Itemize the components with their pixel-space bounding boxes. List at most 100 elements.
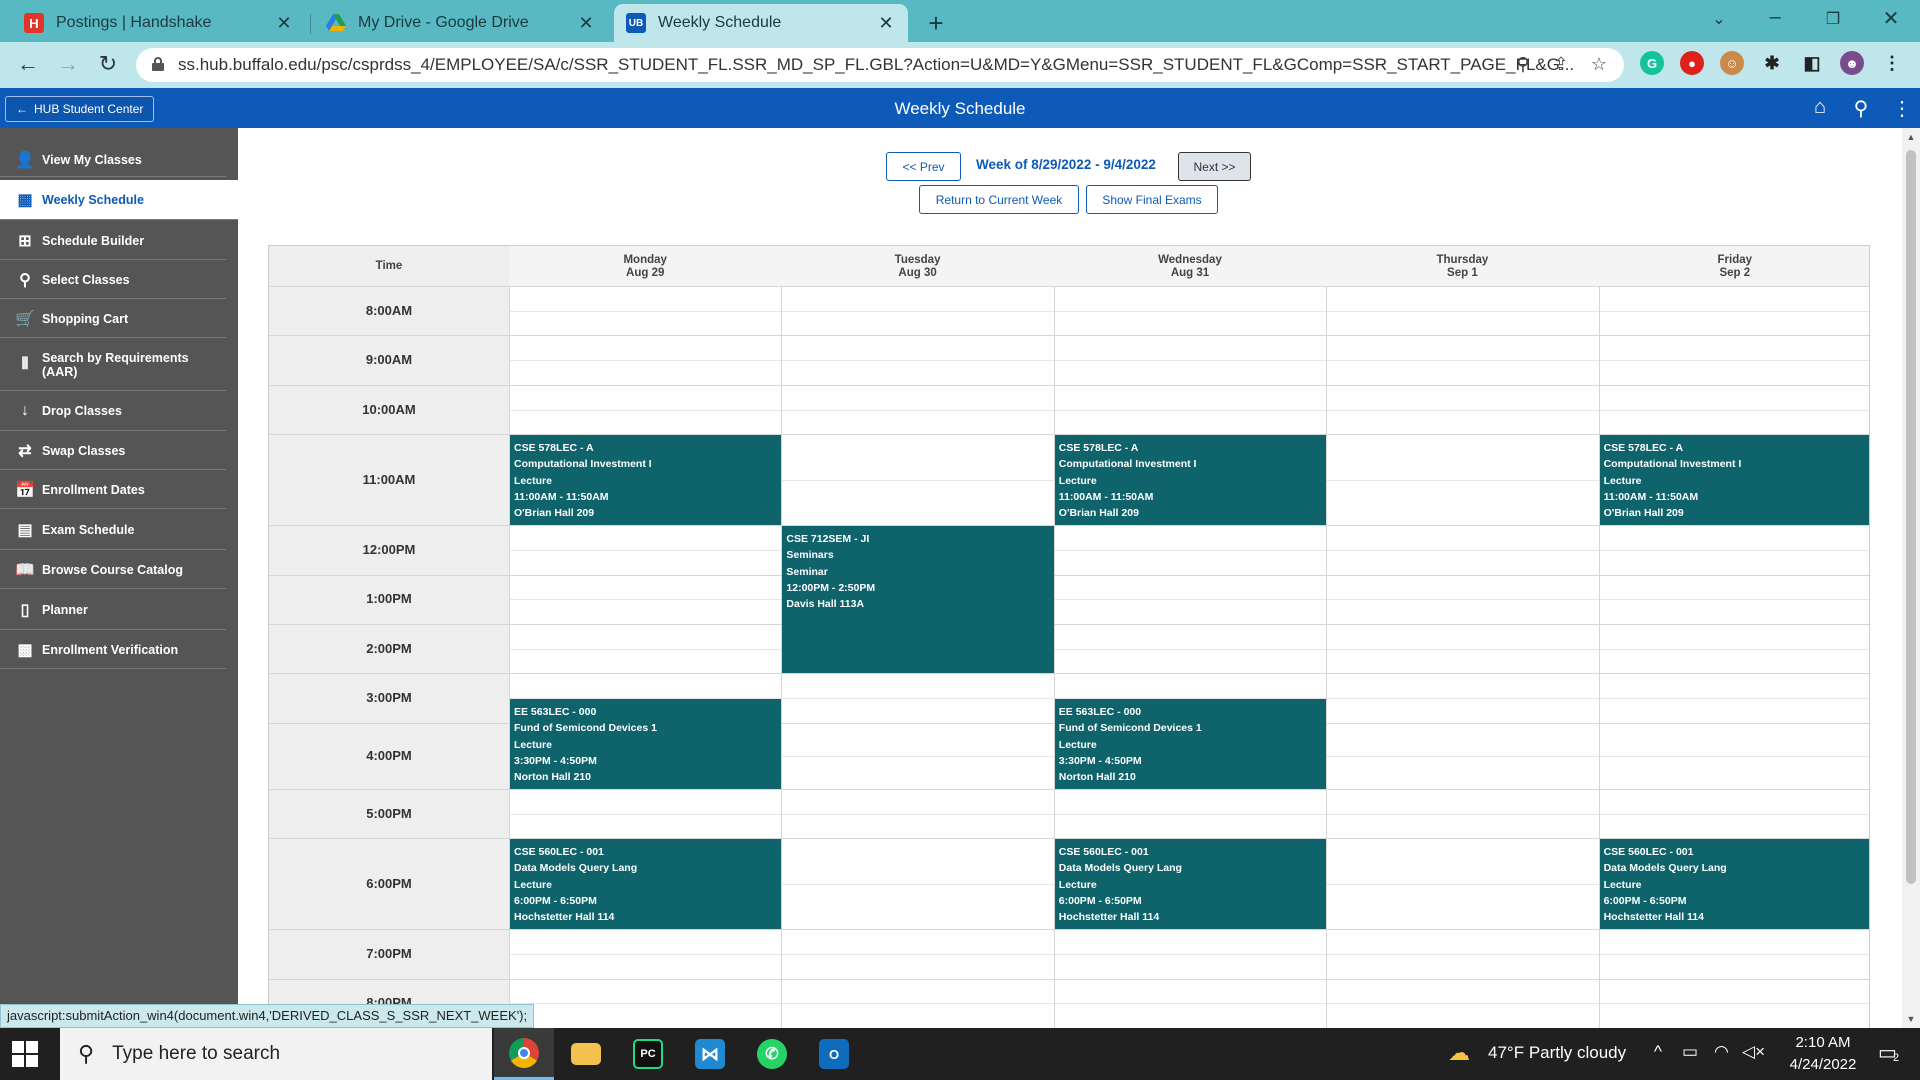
class-event-block[interactable]: CSE 712SEM - JI Seminars Seminar 12:00PM - … (782, 526, 1054, 674)
half-hour-gridline (509, 813, 1869, 815)
time-label: 7:00PM (366, 945, 412, 961)
close-tab-icon[interactable]: ✕ (274, 13, 294, 34)
next-week-button[interactable]: Next >> (1178, 152, 1251, 181)
sidebar-item-enrollment-dates[interactable]: 📅 Enrollment Dates (0, 471, 226, 509)
battery-icon[interactable]: ▭ (1682, 1042, 1698, 1062)
prev-week-button[interactable]: << Prev (886, 152, 961, 181)
cart-icon: 🛒 (15, 310, 35, 328)
class-event-block[interactable]: CSE 578LEC - A Computational Investment I… (510, 435, 782, 526)
weather-icon[interactable]: ☁ (1448, 1040, 1470, 1066)
scroll-thumb[interactable] (1906, 150, 1916, 884)
class-event-block[interactable]: CSE 578LEC - A Computational Investment I… (1599, 435, 1869, 526)
book-icon: 📖 (15, 561, 35, 579)
reload-icon[interactable]: ↻ (94, 51, 122, 77)
pycharm-taskbar-icon[interactable]: PC (618, 1028, 678, 1080)
side-panel-icon[interactable]: ◧ (1800, 51, 1824, 75)
event-course: CSE 578LEC - A (1603, 442, 1684, 455)
minimize-button[interactable]: – (1760, 6, 1790, 29)
home-icon[interactable]: ⌂ (1808, 96, 1832, 119)
class-event-block[interactable]: CSE 560LEC - 001 Data Models Query Lang Le… (1054, 839, 1327, 930)
weather-text[interactable]: 47°F Partly cloudy (1488, 1043, 1626, 1063)
chrome-menu-icon[interactable]: ⋮ (1880, 51, 1904, 75)
notification-count: 2 (1893, 1052, 1900, 1064)
class-event-block[interactable]: CSE 560LEC - 001 Data Models Query Lang Le… (1599, 839, 1869, 930)
event-title: Fund of Semicond Devices 1 (514, 722, 657, 735)
close-tab-icon[interactable]: ✕ (576, 13, 596, 34)
share-icon[interactable]: ⇪ (1548, 54, 1574, 75)
show-hidden-icons[interactable]: ^ (1654, 1042, 1662, 1062)
sidebar-item-exam-schedule[interactable]: ▤ Exam Schedule (0, 510, 226, 550)
new-tab-button[interactable]: + (922, 8, 950, 39)
event-type: Seminar (786, 565, 828, 578)
outlook-taskbar-icon[interactable]: O (804, 1028, 864, 1080)
class-event-block[interactable]: CSE 578LEC - A Computational Investment I… (1054, 435, 1327, 526)
taskbar-search-box[interactable]: ⚲ Type here to search (60, 1028, 492, 1080)
requirements-icon: ⫴ (21, 355, 29, 373)
wifi-icon[interactable]: ◠ (1714, 1042, 1729, 1062)
bookmark-star-icon[interactable]: ☆ (1586, 54, 1612, 75)
event-course: CSE 712SEM - JI (786, 533, 870, 546)
search-icon[interactable]: ⚲ (1849, 96, 1873, 121)
sidebar-item-label: Search by Requirements (AAR) (42, 350, 189, 379)
half-hour-gridline (509, 953, 1869, 955)
close-window-button[interactable]: ✕ (1876, 6, 1906, 31)
browser-tab-google-drive[interactable]: My Drive - Google Drive ✕ (314, 4, 608, 42)
verification-icon: ▩ (17, 641, 33, 659)
sidebar-item-shopping-cart[interactable]: 🛒 Shopping Cart (0, 300, 226, 338)
sidebar-item-browse-course-catalog[interactable]: 📖 Browse Course Catalog (0, 551, 226, 589)
page-title: Weekly Schedule (894, 99, 1026, 118)
clock-date[interactable]: 4/24/2022 (1778, 1056, 1868, 1073)
day-date: Sep 2 (1719, 267, 1751, 279)
ub-icon: UB (626, 13, 646, 33)
forward-arrow-icon[interactable]: → (54, 51, 82, 77)
profile-avatar[interactable]: ☻ (1840, 51, 1864, 75)
show-final-exams-button[interactable]: Show Final Exams (1086, 185, 1218, 214)
vscode-taskbar-icon[interactable]: ⋈ (680, 1028, 740, 1080)
time-label: 5:00PM (366, 805, 412, 821)
tab-search-icon[interactable]: ⌄ (1704, 9, 1734, 29)
adblock-icon[interactable]: ● (1680, 51, 1704, 75)
file-explorer-taskbar-icon[interactable] (556, 1028, 616, 1080)
sidebar-item-weekly-schedule[interactable]: ▦ Weekly Schedule (0, 180, 238, 220)
zoom-icon[interactable]: ⚲ (1510, 54, 1536, 75)
sidebar-item-select-classes[interactable]: ⚲ Select Classes (0, 261, 226, 299)
event-time: 12:00PM - 2:50PM (786, 582, 876, 595)
volume-muted-icon[interactable]: ◁× (1742, 1042, 1765, 1062)
sidebar-item-view-my-classes[interactable]: 👤 View My Classes (0, 143, 226, 177)
actions-menu-icon[interactable]: ⋮ (1890, 96, 1914, 121)
sidebar-item-label: Schedule Builder (42, 233, 145, 248)
class-event-block[interactable]: EE 563LEC - 000 Fund of Semicond Devices … (1054, 699, 1327, 789)
return-to-current-week-button[interactable]: Return to Current Week (919, 185, 1079, 214)
whatsapp-taskbar-icon[interactable]: ✆ (742, 1028, 802, 1080)
clock-time[interactable]: 2:10 AM (1790, 1034, 1856, 1051)
grammarly-icon[interactable]: G (1640, 51, 1664, 75)
sidebar-item-swap-classes[interactable]: ⇄ Swap Classes (0, 432, 226, 470)
address-bar[interactable]: ss.hub.buffalo.edu/psc/csprdss_4/EMPLOYE… (136, 48, 1624, 82)
windows-start-icon[interactable] (12, 1041, 38, 1067)
extension-face-icon[interactable]: ☺ (1720, 51, 1744, 75)
page-scrollbar[interactable]: ▲ ▼ (1902, 128, 1920, 1028)
sidebar-item-enrollment-verification[interactable]: ▩ Enrollment Verification (0, 631, 226, 669)
scroll-up-icon[interactable]: ▲ (1902, 132, 1920, 142)
browser-tab-weekly-schedule[interactable]: UB Weekly Schedule ✕ (614, 4, 908, 42)
sidebar-item-drop-classes[interactable]: ↓ Drop Classes (0, 392, 226, 431)
close-tab-icon[interactable]: ✕ (876, 13, 896, 34)
sidebar-item-planner[interactable]: ▯ Planner (0, 590, 226, 630)
class-event-block[interactable]: EE 563LEC - 000 Fund of Semicond Devices … (510, 699, 782, 789)
time-label: 3:00PM (366, 690, 412, 706)
puzzle-extensions-icon[interactable]: ✱ (1760, 51, 1784, 75)
chrome-taskbar-icon[interactable] (494, 1028, 554, 1080)
class-event-block[interactable]: CSE 560LEC - 001 Data Models Query Lang Le… (510, 839, 782, 930)
browser-tab-handshake[interactable]: H Postings | Handshake ✕ (12, 4, 306, 42)
url-text[interactable]: ss.hub.buffalo.edu/psc/csprdss_4/EMPLOYE… (178, 55, 1638, 75)
event-location: Davis Hall 113A (786, 598, 865, 611)
weekly-schedule-grid: Time Monday Aug 29 Tuesday Aug 30 Wednesday A… (268, 245, 1870, 1045)
taskbar-search-placeholder: Type here to search (112, 1043, 281, 1064)
scroll-down-icon[interactable]: ▼ (1902, 1014, 1920, 1024)
restore-button[interactable]: ❐ (1818, 9, 1848, 29)
sidebar-item-label: Drop Classes (42, 404, 122, 418)
back-arrow-icon[interactable]: ← (14, 51, 42, 77)
sidebar-item-search-by-requirements[interactable]: ⫴ Search by Requirements (AAR) (0, 339, 226, 391)
google-drive-icon (326, 13, 346, 33)
sidebar-item-schedule-builder[interactable]: ⊞ Schedule Builder (0, 222, 226, 260)
